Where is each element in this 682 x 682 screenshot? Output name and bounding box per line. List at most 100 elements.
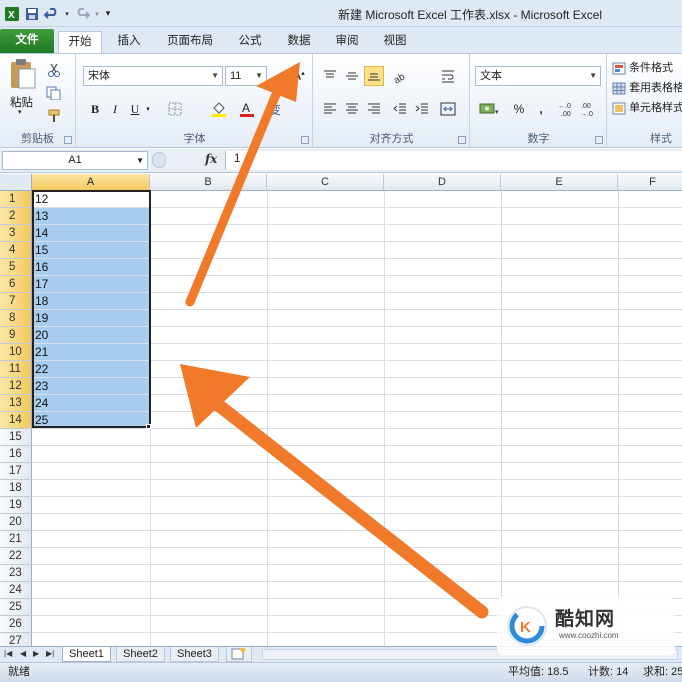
column-header-d[interactable]: D: [384, 174, 501, 191]
font-size-select[interactable]: 11 ▼: [225, 66, 267, 86]
tab-review[interactable]: 审阅: [326, 31, 368, 53]
bold-button[interactable]: B: [85, 99, 105, 119]
merge-center-button[interactable]: [438, 99, 458, 119]
number-format-select[interactable]: 文本 ▼: [475, 66, 601, 86]
grow-font-button[interactable]: A▴: [289, 66, 309, 86]
cut-button[interactable]: [44, 60, 64, 80]
row-header[interactable]: 6: [0, 276, 32, 293]
alignment-launcher-icon[interactable]: [458, 136, 466, 144]
row-header[interactable]: 5: [0, 259, 32, 276]
column-header-b[interactable]: B: [150, 174, 267, 191]
last-sheet-icon[interactable]: ▶|: [46, 649, 54, 658]
row-header[interactable]: 17: [0, 463, 32, 480]
first-sheet-icon[interactable]: |◀: [4, 649, 12, 658]
accounting-format-button[interactable]: ▾: [477, 99, 503, 119]
column-header-a[interactable]: A: [32, 174, 150, 191]
font-launcher-icon[interactable]: [301, 136, 309, 144]
customize-icon[interactable]: ▾: [103, 5, 113, 23]
align-middle-button[interactable]: [342, 66, 362, 86]
row-header[interactable]: 22: [0, 548, 32, 565]
tab-view[interactable]: 视图: [374, 31, 416, 53]
italic-button[interactable]: I: [105, 99, 125, 119]
row-header[interactable]: 7: [0, 293, 32, 310]
row-header[interactable]: 23: [0, 565, 32, 582]
sheet-tab-sheet3[interactable]: Sheet3: [170, 647, 219, 662]
column-header-f[interactable]: F: [618, 174, 682, 191]
row-header[interactable]: 24: [0, 582, 32, 599]
prev-sheet-icon[interactable]: ◀: [20, 649, 26, 658]
font-color-button[interactable]: A: [237, 99, 257, 119]
row-header[interactable]: 4: [0, 242, 32, 259]
copy-button[interactable]: [44, 83, 64, 103]
format-as-table-button[interactable]: 套用表格格: [612, 79, 682, 97]
font-name-select[interactable]: 宋体 ▼: [83, 66, 223, 86]
redo-dropdown-icon[interactable]: ▾: [93, 5, 101, 23]
fill-handle[interactable]: [146, 424, 151, 429]
row-header[interactable]: 26: [0, 616, 32, 633]
align-left-button[interactable]: [320, 99, 340, 119]
row-header[interactable]: 19: [0, 497, 32, 514]
row-header[interactable]: 10: [0, 344, 32, 361]
tab-file[interactable]: 文件: [0, 29, 54, 53]
underline-button[interactable]: U: [125, 99, 145, 119]
tab-home[interactable]: 开始: [58, 31, 102, 53]
tab-formulas[interactable]: 公式: [229, 31, 271, 53]
borders-button[interactable]: [165, 99, 185, 119]
column-header-c[interactable]: C: [267, 174, 384, 191]
wrap-text-button[interactable]: [438, 66, 458, 86]
format-painter-button[interactable]: [44, 106, 64, 126]
cell-styles-button[interactable]: 单元格样式: [612, 99, 682, 117]
row-header[interactable]: 12: [0, 378, 32, 395]
sheet-tab-sheet2[interactable]: Sheet2: [116, 647, 165, 662]
number-launcher-icon[interactable]: [595, 136, 603, 144]
row-header[interactable]: 16: [0, 446, 32, 463]
redo-icon[interactable]: [73, 5, 91, 23]
row-header[interactable]: 15: [0, 429, 32, 446]
paste-button[interactable]: 粘贴 ▾: [6, 58, 38, 116]
row-header[interactable]: 13: [0, 395, 32, 412]
row-header[interactable]: 8: [0, 310, 32, 327]
worksheet-grid[interactable]: A B C D E F 1 12 2 13 3 14 4 15 5 16 6 17 7 18 8 19 9 20 1…: [0, 174, 682, 646]
row-header[interactable]: 9: [0, 327, 32, 344]
align-top-button[interactable]: [320, 66, 340, 86]
tab-insert[interactable]: 插入: [108, 31, 150, 53]
select-all-corner[interactable]: [0, 174, 32, 191]
percent-button[interactable]: %: [509, 99, 529, 119]
underline-dropdown-icon[interactable]: ▾: [143, 99, 153, 119]
column-header-e[interactable]: E: [501, 174, 618, 191]
row-header[interactable]: 20: [0, 514, 32, 531]
increase-decimal-button[interactable]: ←.0.00: [557, 99, 579, 119]
row-header[interactable]: 1: [0, 191, 32, 208]
row-header[interactable]: 2: [0, 208, 32, 225]
decrease-decimal-button[interactable]: .00 →.0: [579, 99, 601, 119]
decrease-indent-button[interactable]: [390, 99, 410, 119]
align-right-button[interactable]: [364, 99, 384, 119]
save-icon[interactable]: [23, 5, 41, 23]
formula-bar-separator-icon[interactable]: [152, 152, 166, 168]
clipboard-launcher-icon[interactable]: [64, 136, 72, 144]
undo-dropdown-icon[interactable]: ▾: [63, 5, 71, 23]
excel-app-icon[interactable]: X: [3, 5, 21, 23]
formula-input[interactable]: 1: [225, 151, 682, 170]
row-header[interactable]: 18: [0, 480, 32, 497]
tab-page-layout[interactable]: 页面布局: [158, 31, 222, 53]
fill-color-button[interactable]: [209, 99, 229, 119]
align-center-button[interactable]: [342, 99, 362, 119]
align-bottom-button[interactable]: [364, 66, 384, 86]
insert-sheet-button[interactable]: [226, 647, 252, 662]
row-header[interactable]: 27: [0, 633, 32, 646]
name-box[interactable]: A1 ▼: [2, 151, 148, 170]
orientation-button[interactable]: ab: [390, 66, 416, 86]
conditional-formatting-button[interactable]: 条件格式: [612, 59, 673, 77]
row-header[interactable]: 14: [0, 412, 32, 429]
row-header[interactable]: 3: [0, 225, 32, 242]
comma-button[interactable]: ,: [531, 99, 551, 119]
increase-indent-button[interactable]: [412, 99, 432, 119]
row-header[interactable]: 11: [0, 361, 32, 378]
sheet-tab-sheet1[interactable]: Sheet1: [62, 647, 111, 662]
phonetic-button[interactable]: 变: [265, 99, 285, 119]
tab-data[interactable]: 数据: [278, 31, 320, 53]
undo-icon[interactable]: [43, 5, 61, 23]
row-header[interactable]: 21: [0, 531, 32, 548]
row-header[interactable]: 25: [0, 599, 32, 616]
